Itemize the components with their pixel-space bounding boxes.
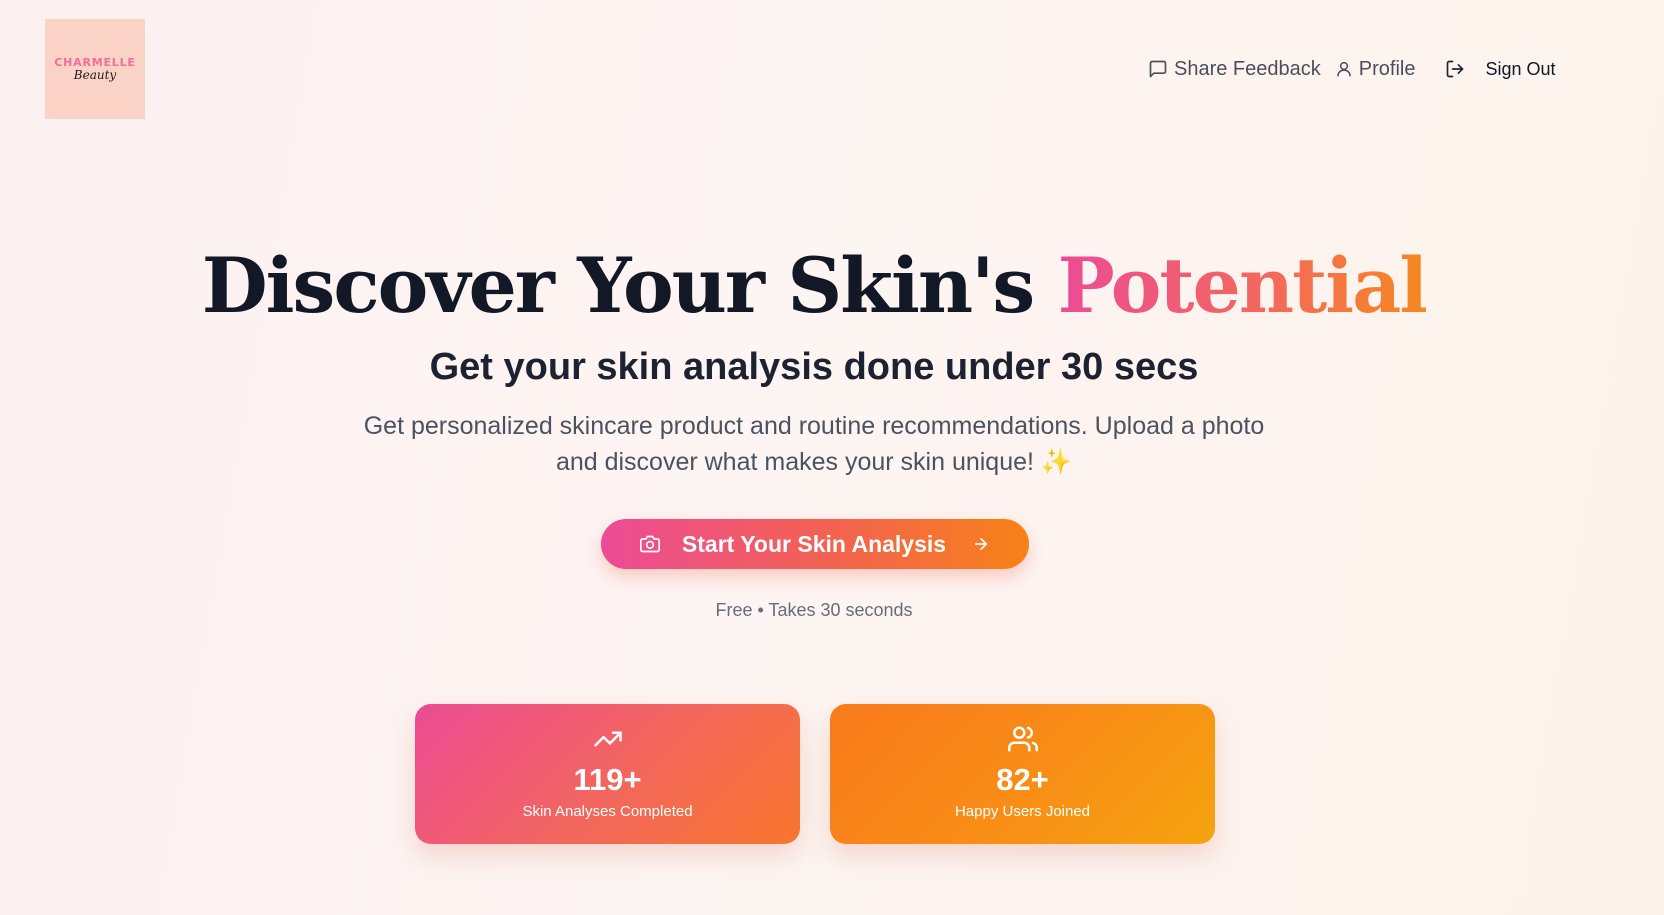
- stat-value-analyses: 119+: [573, 762, 642, 797]
- top-nav: Share Feedback Profile Sign Out: [1148, 54, 1556, 84]
- profile-label: Profile: [1358, 57, 1416, 80]
- trending-up-icon: [593, 724, 623, 754]
- hero-description: Get personalized skincare product and ro…: [363, 412, 1265, 476]
- hero-title-accent: Potential: [1057, 241, 1429, 330]
- brand-logo[interactable]: CHARMELLE Beauty: [45, 19, 145, 119]
- camera-icon: [639, 535, 660, 553]
- log-out-icon: [1447, 60, 1464, 78]
- users-icon: [1007, 724, 1038, 754]
- cta-note: Free • Takes 30 seconds: [715, 600, 913, 620]
- share-feedback-label: Share Feedback: [1174, 57, 1321, 80]
- hero-title-main: Discover Your Skin's: [201, 241, 1035, 330]
- hero-subtitle: Get your skin analysis done under 30 sec…: [429, 346, 1199, 388]
- profile-link[interactable]: Profile: [1335, 57, 1416, 81]
- user-icon: [1337, 61, 1351, 77]
- cta-label: Start Your Skin Analysis: [681, 530, 947, 557]
- share-feedback-link[interactable]: Share Feedback: [1148, 58, 1321, 81]
- message-square-icon: [1149, 60, 1167, 78]
- stat-value-users: 82+: [996, 762, 1049, 797]
- stat-card-analyses: 119+ Skin Analyses Completed: [415, 704, 800, 844]
- stat-label-users: Happy Users Joined: [954, 803, 1091, 820]
- hero-title: Discover Your Skin's Potential: [0, 238, 1628, 334]
- start-skin-analysis-button[interactable]: Start Your Skin Analysis: [601, 519, 1029, 569]
- stat-label-analyses: Skin Analyses Completed: [522, 803, 693, 820]
- logo-script: Beauty: [73, 68, 117, 82]
- sign-out-label: Sign Out: [1485, 58, 1556, 79]
- stat-card-users: 82+ Happy Users Joined: [830, 704, 1215, 844]
- arrow-right-icon: [975, 537, 988, 551]
- sign-out-button[interactable]: Sign Out: [1445, 58, 1556, 80]
